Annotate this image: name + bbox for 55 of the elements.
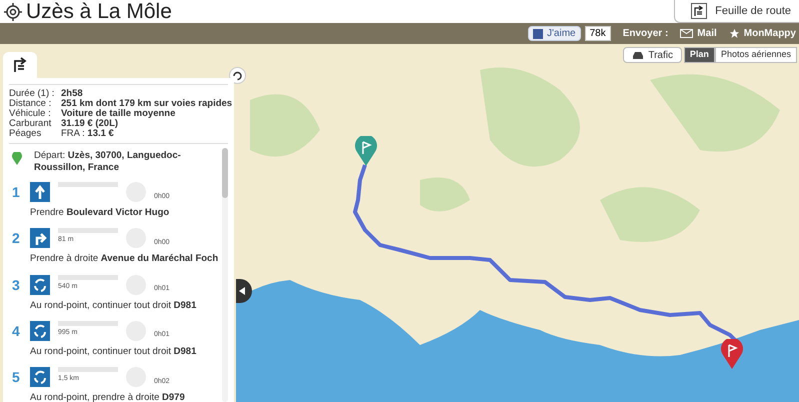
distance-bar: [58, 228, 118, 234]
summary-label: Véhicule :: [9, 109, 52, 119]
departure-text: Départ: Uzès, 30700, Languedoc-Roussillon, France: [34, 150, 182, 174]
tab-icon-button[interactable]: [3, 52, 37, 78]
caret-icon: [239, 287, 245, 295]
end-marker-icon: [721, 339, 743, 369]
summary-value: 2h58: [61, 89, 83, 99]
distance-bar: [58, 182, 118, 187]
summary-label: Carburant: [9, 119, 52, 129]
mail-icon: [680, 29, 694, 38]
distance-bar: [58, 320, 118, 326]
step-number: 1: [12, 183, 21, 202]
map-view-tab[interactable]: Plan: [684, 47, 715, 63]
like-count: 78k: [584, 26, 611, 41]
step-number: 4: [12, 322, 21, 341]
page-title: Uzès à La Môle: [26, 1, 172, 22]
direction-icon: [30, 274, 50, 294]
summary-label: Distance :: [9, 99, 52, 109]
step-instruction: Au rond-point, prendre à droite D979: [29, 391, 186, 402]
mail-link[interactable]: Mail: [680, 26, 717, 41]
step-number: 5: [12, 368, 21, 387]
like-button[interactable]: J'aime: [528, 26, 581, 41]
distance-bar: [58, 274, 118, 280]
step-instruction: Au rond-point, continuer tout droit D981: [29, 344, 198, 359]
scrollbar-thumb[interactable]: [222, 148, 228, 198]
traffic-button[interactable]: Trafic: [623, 47, 682, 63]
step-number: 3: [12, 276, 21, 294]
summary-label: Péages: [9, 129, 42, 139]
roadsheet-icon: [11, 56, 29, 74]
refresh-icon: [232, 70, 243, 81]
step-instruction: Prendre Boulevard Victor Hugo: [29, 206, 170, 220]
direction-icon: [30, 182, 50, 202]
summary-value: FRA : 13.1 €: [61, 129, 114, 139]
facebook-icon: [533, 28, 543, 38]
mymappy-link[interactable]: MonMappy: [728, 26, 796, 41]
summary-label: Durée (1) :: [9, 89, 56, 99]
step-instruction: Prendre à droite Avenue du Maréchal Foch: [29, 252, 220, 266]
summary-value: 31.19 € (20L): [61, 119, 118, 129]
start-marker-icon: [12, 152, 22, 165]
step-number: 2: [12, 229, 21, 248]
roadsheet-tab[interactable]: Feuille de route: [674, 0, 799, 23]
direction-icon: [30, 320, 50, 341]
step-instruction: Au rond-point, continuer tout droit D981: [29, 298, 198, 312]
map-view-tab[interactable]: Photos aériennes: [714, 47, 797, 63]
target-icon: [4, 2, 22, 20]
start-marker-icon: [355, 136, 377, 166]
car-icon: [632, 50, 644, 60]
summary-value: Voiture de taille moyenne: [61, 109, 176, 119]
star-icon: [728, 28, 740, 39]
direction-icon: [30, 367, 50, 387]
direction-icon: [30, 228, 50, 248]
send-label: Envoyer :: [622, 27, 668, 41]
distance-bar: [58, 367, 118, 372]
summary-value: 251 km dont 179 km sur voies rapides: [61, 99, 232, 109]
roadsheet-icon: [691, 3, 708, 19]
